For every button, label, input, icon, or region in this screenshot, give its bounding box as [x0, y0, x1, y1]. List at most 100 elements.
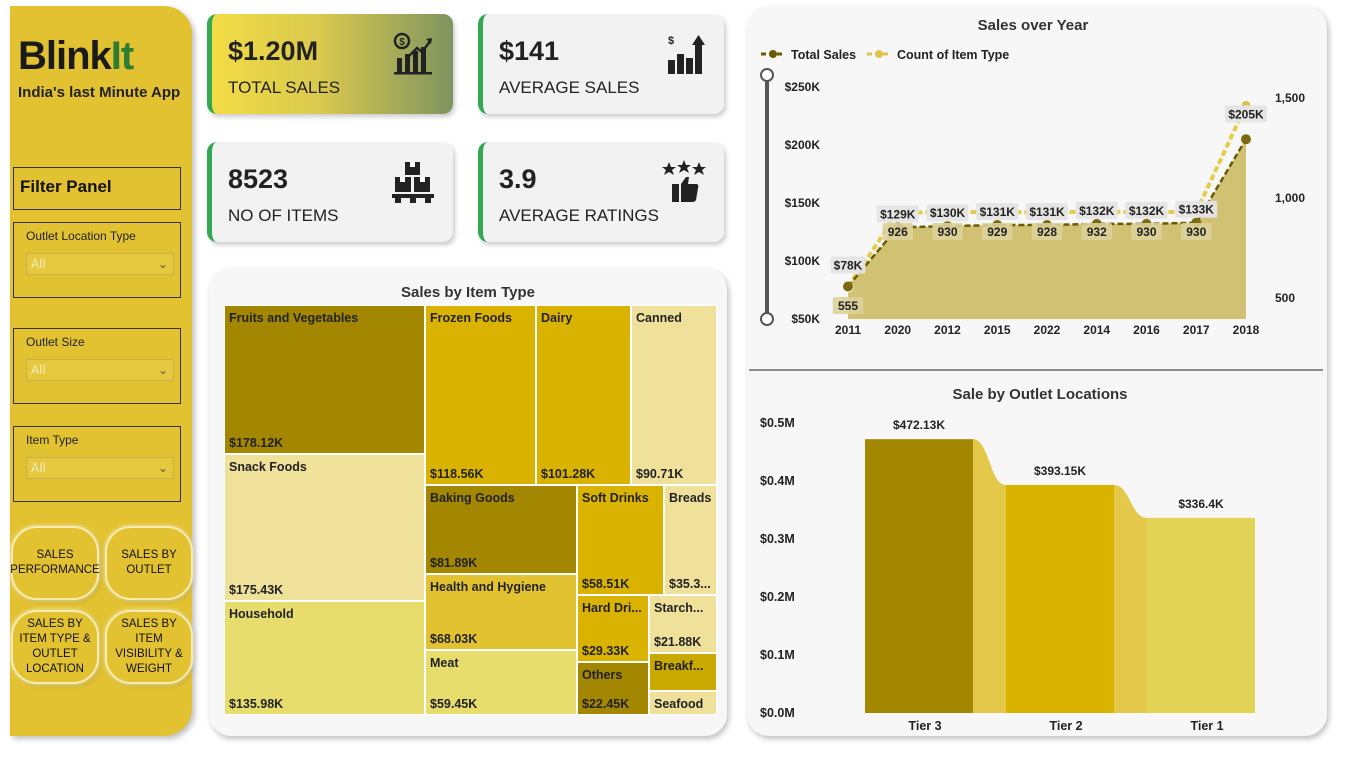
treemap-cell[interactable]: Starch... $21.88K — [649, 595, 717, 653]
filter-panel-title: Filter Panel — [13, 167, 181, 210]
treemap-cell-name: Frozen Foods — [430, 311, 512, 325]
range-slider-handle-top — [760, 68, 774, 82]
kpi-no-of-items: 8523 NO OF ITEMS — [207, 142, 453, 242]
treemap-cell-name: Seafood — [654, 697, 704, 711]
x-tick-label: 2011 — [835, 323, 861, 337]
filter-outlet-size: Outlet Size All ⌄ — [13, 328, 181, 404]
treemap-cell[interactable]: Dairy $101.28K — [536, 305, 631, 485]
treemap-cell-value: $29.33K — [582, 644, 630, 658]
treemap-cell-name: Breakf... — [654, 659, 704, 673]
treemap-cell-value: $35.3... — [669, 577, 711, 591]
y-tick-label: $0.2M — [760, 590, 795, 604]
treemap-cell-value: $68.03K — [430, 632, 478, 646]
item-type-dropdown[interactable]: All ⌄ — [26, 457, 174, 479]
x-tick-label: Tier 2 — [1049, 719, 1082, 733]
treemap-cell-name: Breads — [669, 491, 712, 505]
total-sales-data-label: $131K — [980, 205, 1016, 219]
treemap-cell[interactable]: Snack Foods $175.43K — [224, 454, 425, 601]
treemap-cell-name: Dairy — [541, 311, 573, 325]
filter-item-type: Item Type All ⌄ — [13, 426, 181, 502]
treemap-cell-value: $175.43K — [229, 583, 284, 597]
y-right-tick-label: 1,000 — [1275, 191, 1305, 205]
treemap-cell-name: Hard Dri... — [582, 601, 642, 615]
total-sales-data-label: $132K — [1079, 204, 1115, 218]
count-data-label: 930 — [1136, 225, 1156, 239]
total-sales-data-label: $133K — [1179, 203, 1215, 217]
treemap-cell[interactable]: Household $135.98K — [224, 601, 425, 715]
kpi-average-sales: $141 AVERAGE SALES $ — [478, 14, 724, 114]
treemap-cell[interactable]: Breads $35.3... — [664, 485, 717, 595]
treemap-cell[interactable]: Soft Drinks $58.51K — [577, 485, 664, 595]
ribbon-connector — [973, 439, 1006, 713]
y-left-tick-label: $250K — [785, 80, 821, 94]
dollar-growth-chart-icon: $ — [393, 32, 432, 75]
ribbon-connector — [1114, 484, 1147, 713]
total-sales-point — [1241, 134, 1251, 145]
treemap-cell[interactable]: Health and Hygiene $68.03K — [425, 574, 577, 650]
x-tick-label: 2020 — [884, 323, 911, 337]
treemap-cell-value: $90.71K — [636, 467, 684, 481]
y-tick-label: $0.3M — [760, 532, 795, 546]
y-left-tick-label: $50K — [791, 312, 820, 326]
treemap-cell[interactable]: Canned $90.71K — [631, 305, 717, 485]
outlet-location-type-dropdown[interactable]: All ⌄ — [26, 253, 174, 275]
treemap-cell-value: $135.98K — [229, 697, 284, 711]
legend-marker-count-item-type — [875, 50, 883, 58]
treemap-cell[interactable]: Baking Goods $81.89K — [425, 485, 577, 574]
treemap-cell[interactable]: Hard Dri... $29.33K — [577, 595, 649, 662]
kpi-label: AVERAGE SALES — [499, 78, 640, 97]
outlet-bar — [865, 439, 973, 713]
treemap-cell[interactable]: Seafood — [649, 691, 717, 715]
y-left-tick-label: $200K — [785, 138, 821, 152]
sales-by-item-type-outlet-location-button[interactable]: SALES BY ITEM TYPE & OUTLET LOCATION — [11, 610, 99, 684]
legend-label-total-sales: Total Sales — [791, 48, 856, 62]
treemap-cell-name: Starch... — [654, 601, 704, 615]
thumbs-up-stars-icon — [662, 160, 706, 202]
y-tick-label: $0.1M — [760, 648, 795, 662]
filter-label: Outlet Location Type — [26, 229, 136, 243]
treemap-cell[interactable]: Fruits and Vegetables $178.12K — [224, 305, 425, 454]
kpi-value: 8523 — [228, 164, 289, 194]
treemap-cell-name: Fruits and Vegetables — [229, 311, 359, 325]
treemap-cell-name: Canned — [636, 311, 682, 325]
x-tick-label: 2016 — [1133, 323, 1160, 337]
treemap-cell-value: $58.51K — [582, 577, 630, 591]
y-right-tick-label: 500 — [1275, 291, 1295, 305]
x-tick-label: 2022 — [1034, 323, 1061, 337]
x-tick-label: 2018 — [1233, 323, 1260, 337]
kpi-total-sales: $1.20M TOTAL SALES $ — [207, 14, 453, 114]
total-sales-data-label: $131K — [1029, 205, 1065, 219]
legend-label-count-item-type: Count of Item Type — [897, 48, 1009, 62]
chevron-down-icon: ⌄ — [157, 363, 168, 377]
treemap-cell-value: $21.88K — [654, 635, 702, 649]
treemap-cell[interactable]: Others $22.45K — [577, 662, 649, 715]
y-tick-label: $0.0M — [760, 706, 795, 720]
kpi-average-ratings: 3.9 AVERAGE RATINGS — [478, 142, 724, 242]
sales-over-year-chart: Total Sales Count of Item Type $250K $200K $… — [760, 48, 1305, 337]
kpi-value: $1.20M — [228, 36, 319, 66]
chevron-down-icon: ⌄ — [157, 257, 168, 271]
sales-performance-button[interactable]: SALES PERFORMANCE — [10, 526, 100, 600]
treemap-cell-value: $178.12K — [229, 436, 284, 450]
sales-by-item-visibility-weight-button[interactable]: SALES BY ITEM VISIBILITY & WEIGHT — [105, 610, 193, 684]
count-data-label: 930 — [1186, 225, 1206, 239]
kpi-label: AVERAGE RATINGS — [499, 206, 659, 225]
treemap-cell[interactable]: Meat $59.45K — [425, 650, 577, 715]
svg-text:$: $ — [399, 37, 405, 48]
svg-text:$: $ — [668, 35, 674, 47]
total-sales-data-label: $129K — [880, 207, 916, 221]
outlet-size-dropdown[interactable]: All ⌄ — [26, 359, 174, 381]
sales-over-year-title: Sales over Year — [977, 17, 1089, 34]
bar-data-label: $393.15K — [1034, 464, 1086, 478]
treemap-cell[interactable]: Breakf... — [649, 653, 717, 691]
filter-label: Outlet Size — [26, 335, 85, 349]
sales-by-outlet-button[interactable]: SALES BY OUTLET — [105, 526, 193, 600]
right-chart-panel: Sales over Year Total Sales Count of Item… — [747, 6, 1327, 736]
count-data-label: 932 — [1087, 225, 1107, 239]
outlet-bar — [1147, 517, 1255, 713]
x-tick-label: Tier 1 — [1190, 719, 1223, 733]
treemap-cell[interactable]: Frozen Foods $118.56K — [425, 305, 536, 485]
treemap-cell-name: Household — [229, 607, 294, 621]
kpi-value: $141 — [499, 36, 560, 66]
total-sales-data-label: $205K — [1228, 107, 1264, 121]
